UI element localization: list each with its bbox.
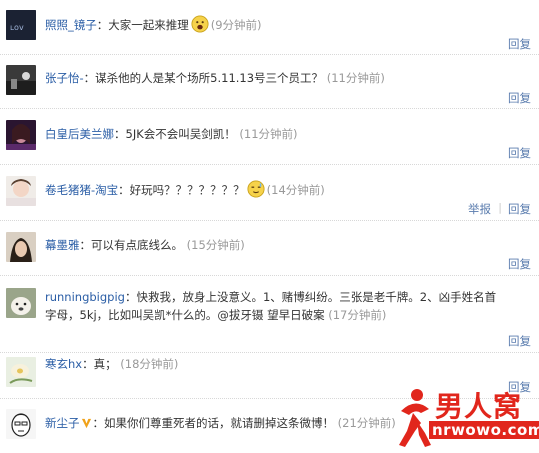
comment-body: 寒玄hx：真； (18分钟前): [45, 355, 499, 373]
separator: ：: [96, 18, 109, 32]
report-link[interactable]: 举报: [468, 201, 491, 217]
comment-body: 卷毛猪猪-淘宝：好玩吗？？？？？？？ (14分钟前): [45, 180, 499, 199]
separator: ：: [92, 416, 105, 430]
comment-time: (11分钟前): [326, 71, 385, 85]
comment-time: (9分钟前): [210, 18, 262, 32]
comment-text: 如果你们尊重死者的话，就请删掉这条微博！: [104, 416, 334, 430]
separator: ：: [118, 183, 130, 197]
comment-body: 张子怡-：谋杀他的人是某个场所5.11.13号三个员工？ (11分钟前): [45, 69, 499, 87]
comment-user[interactable]: 卷毛猪猪-淘宝: [45, 183, 118, 197]
separator: ：: [83, 71, 96, 85]
comment-text: 好玩吗？？？？？？？: [129, 183, 245, 197]
comment-user[interactable]: 寒玄hx: [45, 357, 82, 371]
separator: ：: [79, 238, 92, 252]
comment-item: 白皇后美兰娜：5JK会不会叫吴剑凯！ (11分钟前) 回复: [0, 109, 539, 165]
avatar[interactable]: [6, 288, 36, 318]
comment-body: runningbigpig：快救我，放身上没意义。1、赌博纠纷。三张是老千牌。2…: [45, 288, 499, 324]
avatar[interactable]: [6, 176, 36, 206]
separator: ：: [124, 290, 137, 304]
comment-item: 幕墨雅：可以有点底线么。 (15分钟前) 回复: [0, 221, 539, 276]
comment-time: (17分钟前): [328, 308, 387, 322]
comment-body: 照照_镜子：大家一起来推理 (9分钟前): [45, 15, 499, 34]
avatar[interactable]: [6, 120, 36, 150]
comment-text: 可以有点底线么。: [91, 238, 183, 252]
avatar[interactable]: [6, 409, 36, 439]
avatar[interactable]: [6, 232, 36, 262]
reply-link[interactable]: 回复: [508, 201, 531, 217]
comment-user[interactable]: 幕墨雅: [45, 238, 80, 252]
avatar[interactable]: [6, 357, 36, 387]
reply-link[interactable]: 回复: [508, 256, 531, 272]
comment-user[interactable]: runningbigpig: [45, 290, 125, 304]
comment-item: 卷毛猪猪-淘宝：好玩吗？？？？？？？ (14分钟前) 举报 | 回复: [0, 165, 539, 221]
comment-text: 真；: [93, 357, 117, 371]
running-figure-icon: [399, 389, 431, 447]
reply-link[interactable]: 回复: [508, 36, 531, 52]
comment-body: 幕墨雅：可以有点底线么。 (15分钟前): [45, 236, 499, 254]
comment-time: (15分钟前): [186, 238, 245, 252]
comment-item: ʟᴏᴠ 照照_镜子：大家一起来推理 (9分钟前) 回复: [0, 0, 539, 55]
comment-user[interactable]: 照照_镜子: [45, 18, 97, 32]
comment-text: 谋杀他的人是某个场所5.11.13号三个员工？: [95, 71, 324, 85]
comment-user[interactable]: 张子怡-: [45, 71, 84, 85]
reply-link[interactable]: 回复: [508, 145, 531, 161]
watermark-url: nrwowo.com: [429, 421, 539, 439]
comment-item: 张子怡-：谋杀他的人是某个场所5.11.13号三个员工？ (11分钟前) 回复: [0, 55, 539, 109]
separator: ：: [114, 127, 126, 141]
reply-link[interactable]: 回复: [508, 90, 531, 106]
reply-link[interactable]: 回复: [508, 333, 531, 349]
comment-user[interactable]: 白皇后美兰娜: [45, 127, 114, 141]
avatar[interactable]: ʟᴏᴠ: [6, 10, 36, 40]
comment-user[interactable]: 新尘子: [45, 416, 80, 430]
comment-time: (14分钟前): [266, 183, 325, 197]
vip-badge-icon: [81, 418, 91, 429]
comment-text: 大家一起来推理: [108, 18, 189, 32]
sweating-face-icon: [247, 180, 265, 198]
comment-text: 5JK会不会叫吴剑凯！: [125, 127, 236, 141]
separator: ：: [82, 357, 94, 371]
watermark-name: 男人窝: [435, 390, 523, 423]
avatar[interactable]: [6, 65, 36, 95]
comment-time: (21分钟前): [337, 416, 396, 430]
watermark-logo: 男人窝 nrwowo.com: [395, 385, 539, 451]
comment-time: (11分钟前): [239, 127, 298, 141]
comment-body: 白皇后美兰娜：5JK会不会叫吴剑凯！ (11分钟前): [45, 125, 499, 143]
comment-time: (18分钟前): [120, 357, 179, 371]
yawning-face-icon: [191, 15, 209, 33]
comment-item: runningbigpig：快救我，放身上没意义。1、赌博纠纷。三张是老千牌。2…: [0, 276, 539, 353]
link-divider: |: [498, 201, 502, 214]
svg-text:ʟᴏᴠ: ʟᴏᴠ: [10, 23, 24, 32]
